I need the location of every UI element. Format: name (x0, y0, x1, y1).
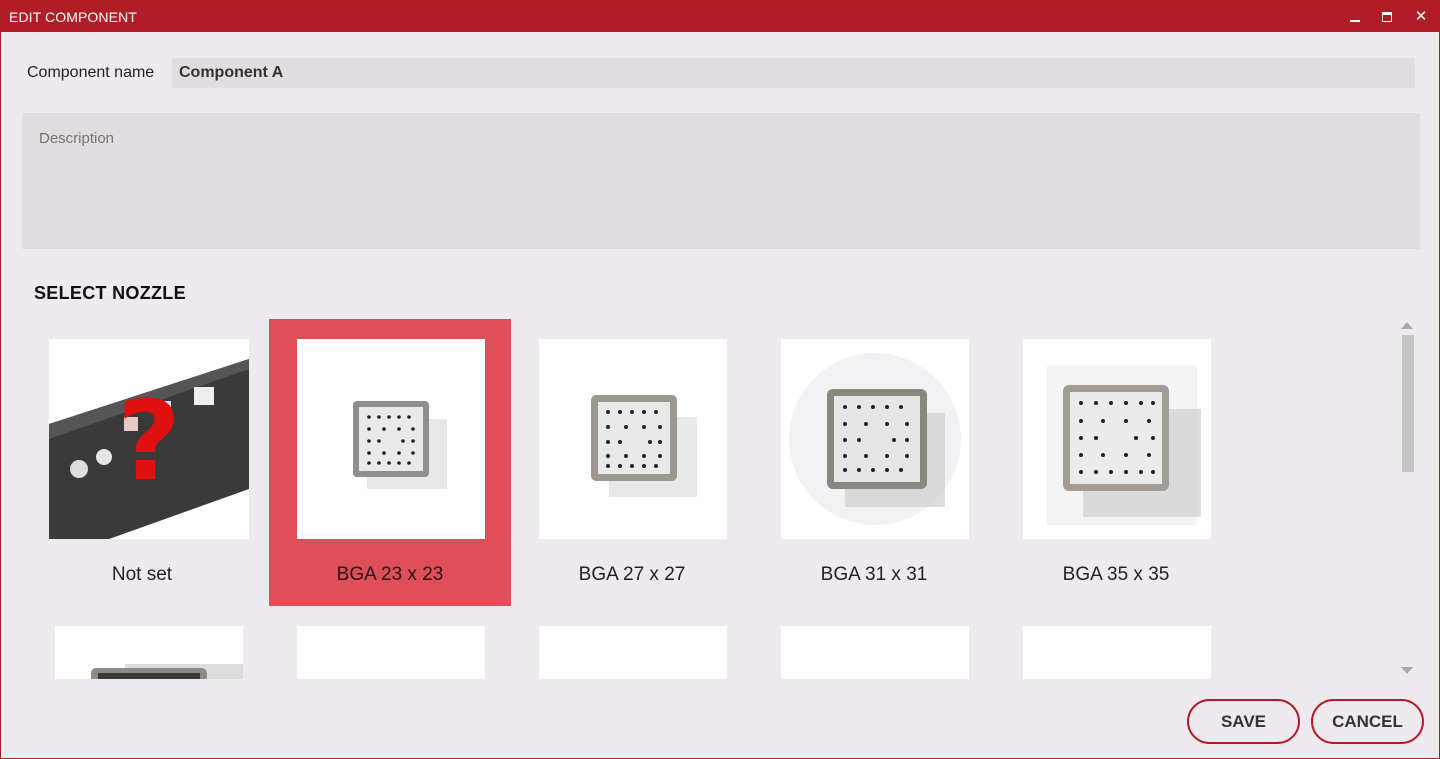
maximize-icon (1382, 11, 1392, 22)
select-nozzle-heading: SELECT NOZZLE (34, 283, 186, 303)
close-icon: ✕ (1414, 8, 1428, 25)
nozzle-image (55, 626, 243, 679)
nozzle-tile-row2-5[interactable] (995, 319, 1237, 679)
title-bar: EDIT COMPONENT ✕ (1, 1, 1439, 32)
close-button[interactable]: ✕ (1405, 1, 1437, 32)
nozzle-tile-row2-3[interactable] (511, 319, 753, 679)
nozzle-tile-row2-1[interactable] (27, 319, 269, 679)
nozzle-grid: ? Not set BGA 23 x 23 BGA 27 x 27 BGA 31… (1, 319, 1391, 679)
scroll-up-arrow-icon[interactable] (1401, 322, 1413, 329)
nozzle-image (539, 626, 727, 679)
component-name-label: Component name (27, 64, 155, 81)
nozzle-tile-row2-2[interactable] (269, 319, 511, 679)
save-button[interactable]: SAVE (1187, 699, 1300, 744)
nozzle-image (1023, 626, 1211, 679)
component-name-input[interactable] (172, 58, 1415, 88)
nozzle-image (781, 626, 969, 679)
nozzle-tile-row2-4[interactable] (753, 319, 995, 679)
window-title: EDIT COMPONENT (9, 9, 137, 25)
edit-component-window: EDIT COMPONENT ✕ Component name SELECT N… (0, 0, 1440, 759)
description-input[interactable] (22, 113, 1420, 249)
nozzle-image (297, 626, 485, 679)
minimize-button[interactable] (1339, 1, 1371, 32)
maximize-button[interactable] (1371, 1, 1403, 32)
minimize-icon (1350, 19, 1360, 22)
cancel-button[interactable]: CANCEL (1311, 699, 1424, 744)
scrollbar-thumb[interactable] (1402, 335, 1414, 472)
scroll-down-arrow-icon[interactable] (1401, 667, 1413, 674)
